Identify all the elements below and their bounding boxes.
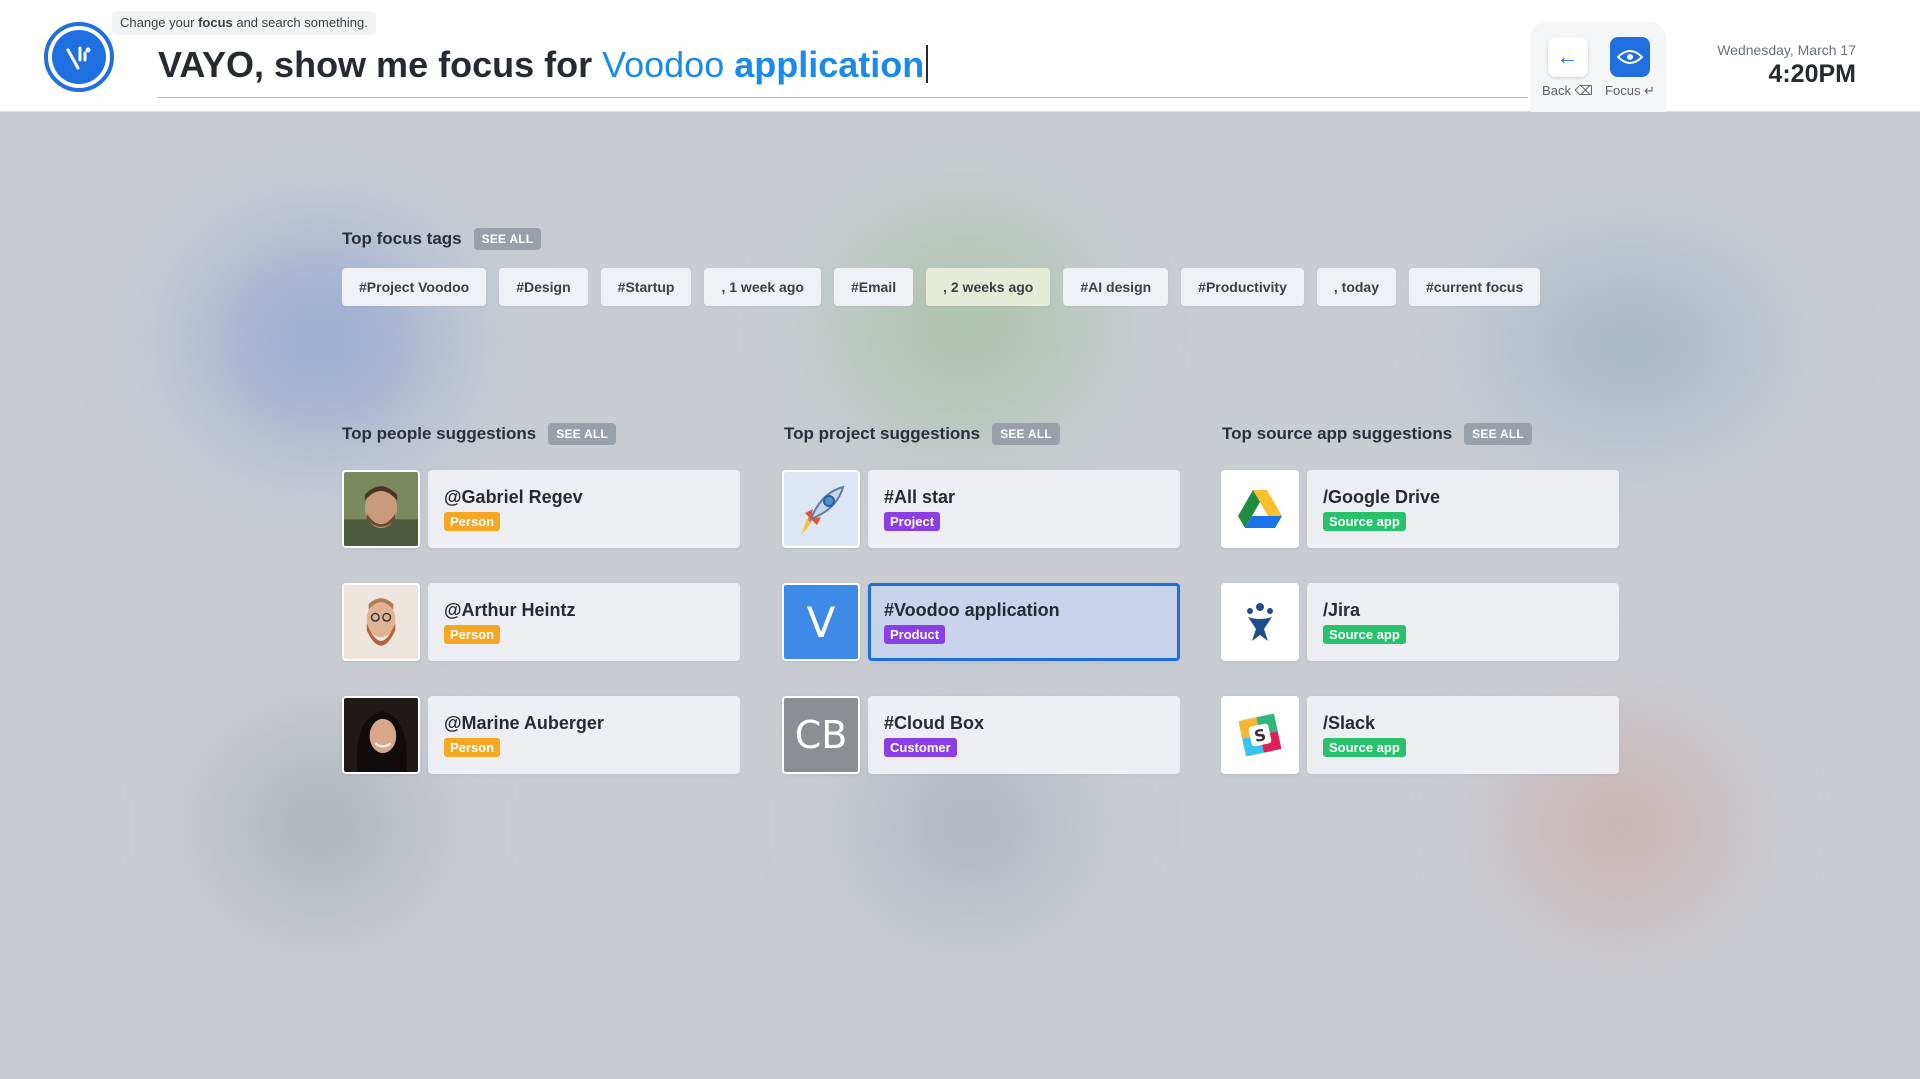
date-display: Wednesday, March 17 — [1717, 42, 1856, 58]
person-card[interactable]: @Arthur Heintz Person — [428, 583, 740, 661]
focus-label: Focus ↵ — [1605, 83, 1655, 98]
person-badge: Person — [444, 625, 501, 644]
app-row[interactable]: S /Slack Source app — [1221, 696, 1619, 774]
slack-icon: S — [1238, 713, 1282, 757]
apps-title: Top source app suggestions — [1222, 424, 1453, 443]
avatar — [342, 470, 420, 548]
focus-tag[interactable]: #current focus — [1409, 268, 1541, 306]
hint-prefix: Change your — [120, 15, 199, 30]
project-badge: Product — [884, 625, 946, 644]
project-row[interactable]: V #Voodoo application Product — [782, 583, 1180, 661]
projects-header: Top project suggestions SEE ALL — [784, 423, 1060, 445]
project-thumbnail: V — [782, 583, 860, 661]
apps-see-all-button[interactable]: SEE ALL — [1464, 423, 1532, 445]
app-row[interactable]: /Jira Source app — [1221, 583, 1619, 661]
focus-tags-see-all-button[interactable]: SEE ALL — [473, 228, 542, 250]
app-card[interactable]: /Slack Source app — [1307, 696, 1619, 774]
apps-header: Top source app suggestions SEE ALL — [1222, 423, 1532, 445]
app-name: /Jira — [1323, 600, 1361, 620]
person-row[interactable]: @Marine Auberger Person — [342, 696, 740, 774]
project-card[interactable]: #All star Project — [868, 470, 1180, 548]
query-term-light: Voodoo — [602, 44, 725, 85]
hint-bold: focus — [198, 15, 233, 30]
projects-title: Top project suggestions — [784, 424, 981, 443]
person-badge: Person — [444, 738, 501, 757]
focus-tags-title: Top focus tags — [342, 229, 462, 248]
person-photo-icon — [344, 698, 418, 772]
app-thumbnail — [1221, 583, 1299, 661]
avatar — [342, 583, 420, 661]
search-hint: Change your focus and search something. — [112, 11, 376, 35]
app-thumbnail: S — [1221, 696, 1299, 774]
person-card[interactable]: @Marine Auberger Person — [428, 696, 740, 774]
person-photo-icon — [344, 585, 418, 659]
project-card-selected[interactable]: #Voodoo application Product — [868, 583, 1180, 661]
focus-tags-list: #Project Voodoo #Design #Startup , 1 wee… — [342, 268, 1541, 306]
app-card[interactable]: /Google Drive Source app — [1307, 470, 1619, 548]
app-name: /Slack — [1323, 713, 1376, 733]
app-badge: Source app — [1323, 512, 1406, 531]
jira-icon — [1247, 603, 1273, 641]
project-name: #Cloud Box — [884, 713, 985, 733]
focus-tag[interactable]: , 2 weeks ago — [926, 268, 1051, 306]
person-photo-icon — [344, 472, 418, 546]
focus-tag[interactable]: , today — [1316, 268, 1396, 306]
project-thumbnail — [782, 470, 860, 548]
projects-see-all-button[interactable]: SEE ALL — [992, 423, 1060, 445]
person-name: @Arthur Heintz — [444, 600, 576, 620]
person-card[interactable]: @Gabriel Regev Person — [428, 470, 740, 548]
time-display: 4:20PM — [1768, 60, 1856, 88]
project-row[interactable]: CB #Cloud Box Customer — [782, 696, 1180, 774]
google-drive-icon — [1238, 490, 1282, 528]
project-card[interactable]: #Cloud Box Customer — [868, 696, 1180, 774]
focus-tag[interactable]: #Startup — [600, 268, 692, 306]
person-badge: Person — [444, 512, 501, 531]
search-underline — [158, 97, 1528, 98]
project-row[interactable]: #All star Project — [782, 470, 1180, 548]
focus-tag[interactable]: #Design — [499, 268, 588, 306]
project-name: #Voodoo application — [884, 600, 1060, 620]
people-header: Top people suggestions SEE ALL — [342, 423, 616, 445]
app-badge: Source app — [1323, 738, 1406, 757]
vayo-logo[interactable] — [44, 22, 114, 92]
focus-tag[interactable]: #AI design — [1063, 268, 1169, 306]
app-row[interactable]: /Google Drive Source app — [1221, 470, 1619, 548]
focus-tag[interactable]: #Project Voodoo — [342, 268, 487, 306]
hint-suffix: and search something. — [232, 15, 368, 30]
top-bar: Change your focus and search something. … — [0, 0, 1920, 112]
query-term-strong: application — [734, 44, 925, 85]
text-caret — [926, 45, 929, 83]
focus-tag[interactable]: #Productivity — [1181, 268, 1304, 306]
back-control[interactable]: ← Back ⌫ — [1540, 37, 1595, 99]
focus-tag[interactable]: , 1 week ago — [704, 268, 821, 306]
project-badge: Project — [884, 512, 941, 531]
people-see-all-button[interactable]: SEE ALL — [548, 423, 616, 445]
project-initials: CB — [794, 713, 848, 757]
eye-icon[interactable] — [1610, 37, 1650, 77]
project-thumbnail: CB — [782, 696, 860, 774]
person-row[interactable]: @Gabriel Regev Person — [342, 470, 740, 548]
focus-control[interactable]: Focus ↵ — [1602, 37, 1658, 99]
app-thumbnail — [1221, 470, 1299, 548]
focus-tags-header: Top focus tags SEE ALL — [342, 228, 542, 250]
app-badge: Source app — [1323, 625, 1406, 644]
back-arrow-icon[interactable]: ← — [1547, 37, 1588, 77]
vayo-logo-icon — [52, 30, 106, 84]
rocket-icon — [801, 485, 845, 535]
people-title: Top people suggestions — [342, 424, 537, 443]
project-initials: V — [806, 597, 836, 647]
person-name: @Gabriel Regev — [444, 487, 583, 507]
person-name: @Marine Auberger — [444, 713, 604, 733]
person-row[interactable]: @Arthur Heintz Person — [342, 583, 740, 661]
project-name: #All star — [884, 487, 956, 507]
focus-tag[interactable]: #Email — [833, 268, 914, 306]
app-card[interactable]: /Jira Source app — [1307, 583, 1619, 661]
search-input[interactable]: VAYO, show me focus for Voodoo applicati… — [158, 44, 929, 86]
avatar — [342, 696, 420, 774]
project-badge: Customer — [884, 738, 957, 757]
query-prefix: VAYO, show me focus for — [158, 44, 603, 85]
back-label: Back ⌫ — [1542, 83, 1593, 98]
app-name: /Google Drive — [1323, 487, 1441, 507]
